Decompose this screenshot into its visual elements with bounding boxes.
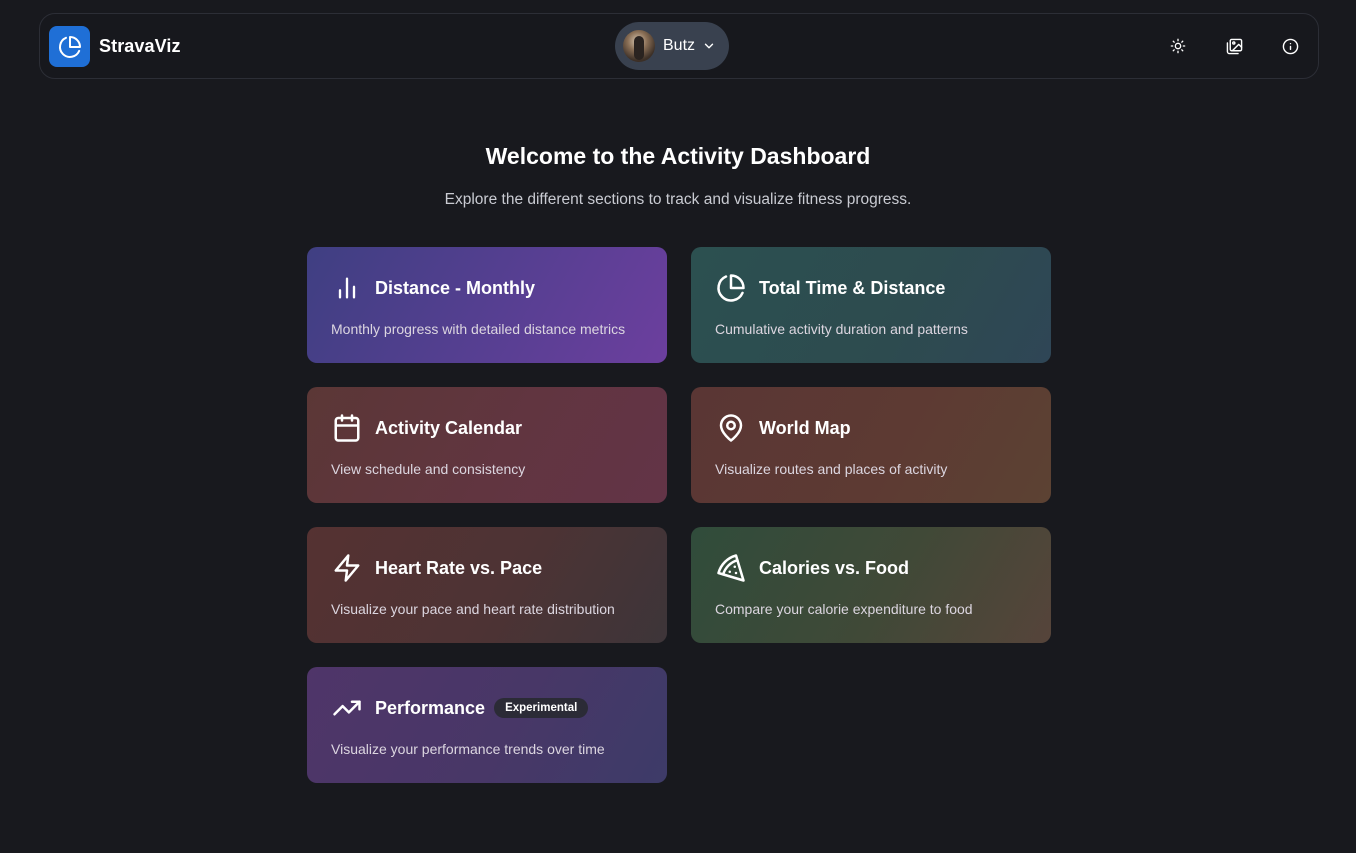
trending-up-icon <box>331 692 363 724</box>
card-title: Calories vs. Food <box>759 557 910 578</box>
card-total-time-distance[interactable]: Total Time & Distance Cumulative activit… <box>691 247 1051 363</box>
pie-chart-icon <box>715 272 747 304</box>
lightning-icon <box>331 552 363 584</box>
calendar-icon <box>331 412 363 444</box>
card-description: Cumulative activity duration and pattern… <box>715 321 968 337</box>
gallery-icon[interactable] <box>1223 35 1245 57</box>
card-title: Performance <box>375 697 486 718</box>
app-logo-icon <box>49 26 90 67</box>
card-description: Visualize your pace and heart rate distr… <box>331 601 615 617</box>
page-title: Welcome to the Activity Dashboard <box>485 143 871 169</box>
chevron-down-icon <box>702 39 716 53</box>
sun-icon[interactable] <box>1167 35 1189 57</box>
brand[interactable]: StravaViz <box>49 26 181 67</box>
user-selector-button[interactable]: Butz <box>615 22 729 70</box>
card-title: Heart Rate vs. Pace <box>375 557 543 578</box>
card-title: World Map <box>759 417 851 438</box>
info-icon[interactable] <box>1279 35 1301 57</box>
card-title: Total Time & Distance <box>759 277 946 298</box>
card-world-map[interactable]: World Map Visualize routes and places of… <box>691 387 1051 503</box>
card-title: Distance - Monthly <box>375 277 536 298</box>
card-calories-vs-food[interactable]: Calories vs. Food Compare your calorie e… <box>691 527 1051 643</box>
card-distance-monthly[interactable]: Distance - Monthly Monthly progress with… <box>307 247 667 363</box>
card-description: View schedule and consistency <box>331 461 526 477</box>
card-description: Visualize your performance trends over t… <box>331 741 605 757</box>
card-description: Compare your calorie expenditure to food <box>715 601 973 617</box>
card-performance[interactable]: Performance Experimental Visualize your … <box>307 667 667 783</box>
top-navbar: StravaViz Butz <box>39 13 1319 79</box>
card-heart-rate-vs-pace[interactable]: Heart Rate vs. Pace Visualize your pace … <box>307 527 667 643</box>
experimental-badge: Experimental <box>494 698 589 718</box>
card-title: Activity Calendar <box>375 417 523 438</box>
pizza-icon <box>715 552 747 584</box>
page-subtitle: Explore the different sections to track … <box>444 191 912 208</box>
bar-chart-icon <box>331 272 363 304</box>
card-description: Monthly progress with detailed distance … <box>331 321 626 337</box>
app-name: StravaViz <box>99 36 181 56</box>
card-description: Visualize routes and places of activity <box>715 461 948 477</box>
avatar <box>623 30 655 62</box>
card-activity-calendar[interactable]: Activity Calendar View schedule and cons… <box>307 387 667 503</box>
user-name: Butz <box>663 37 696 54</box>
map-pin-icon <box>715 412 747 444</box>
